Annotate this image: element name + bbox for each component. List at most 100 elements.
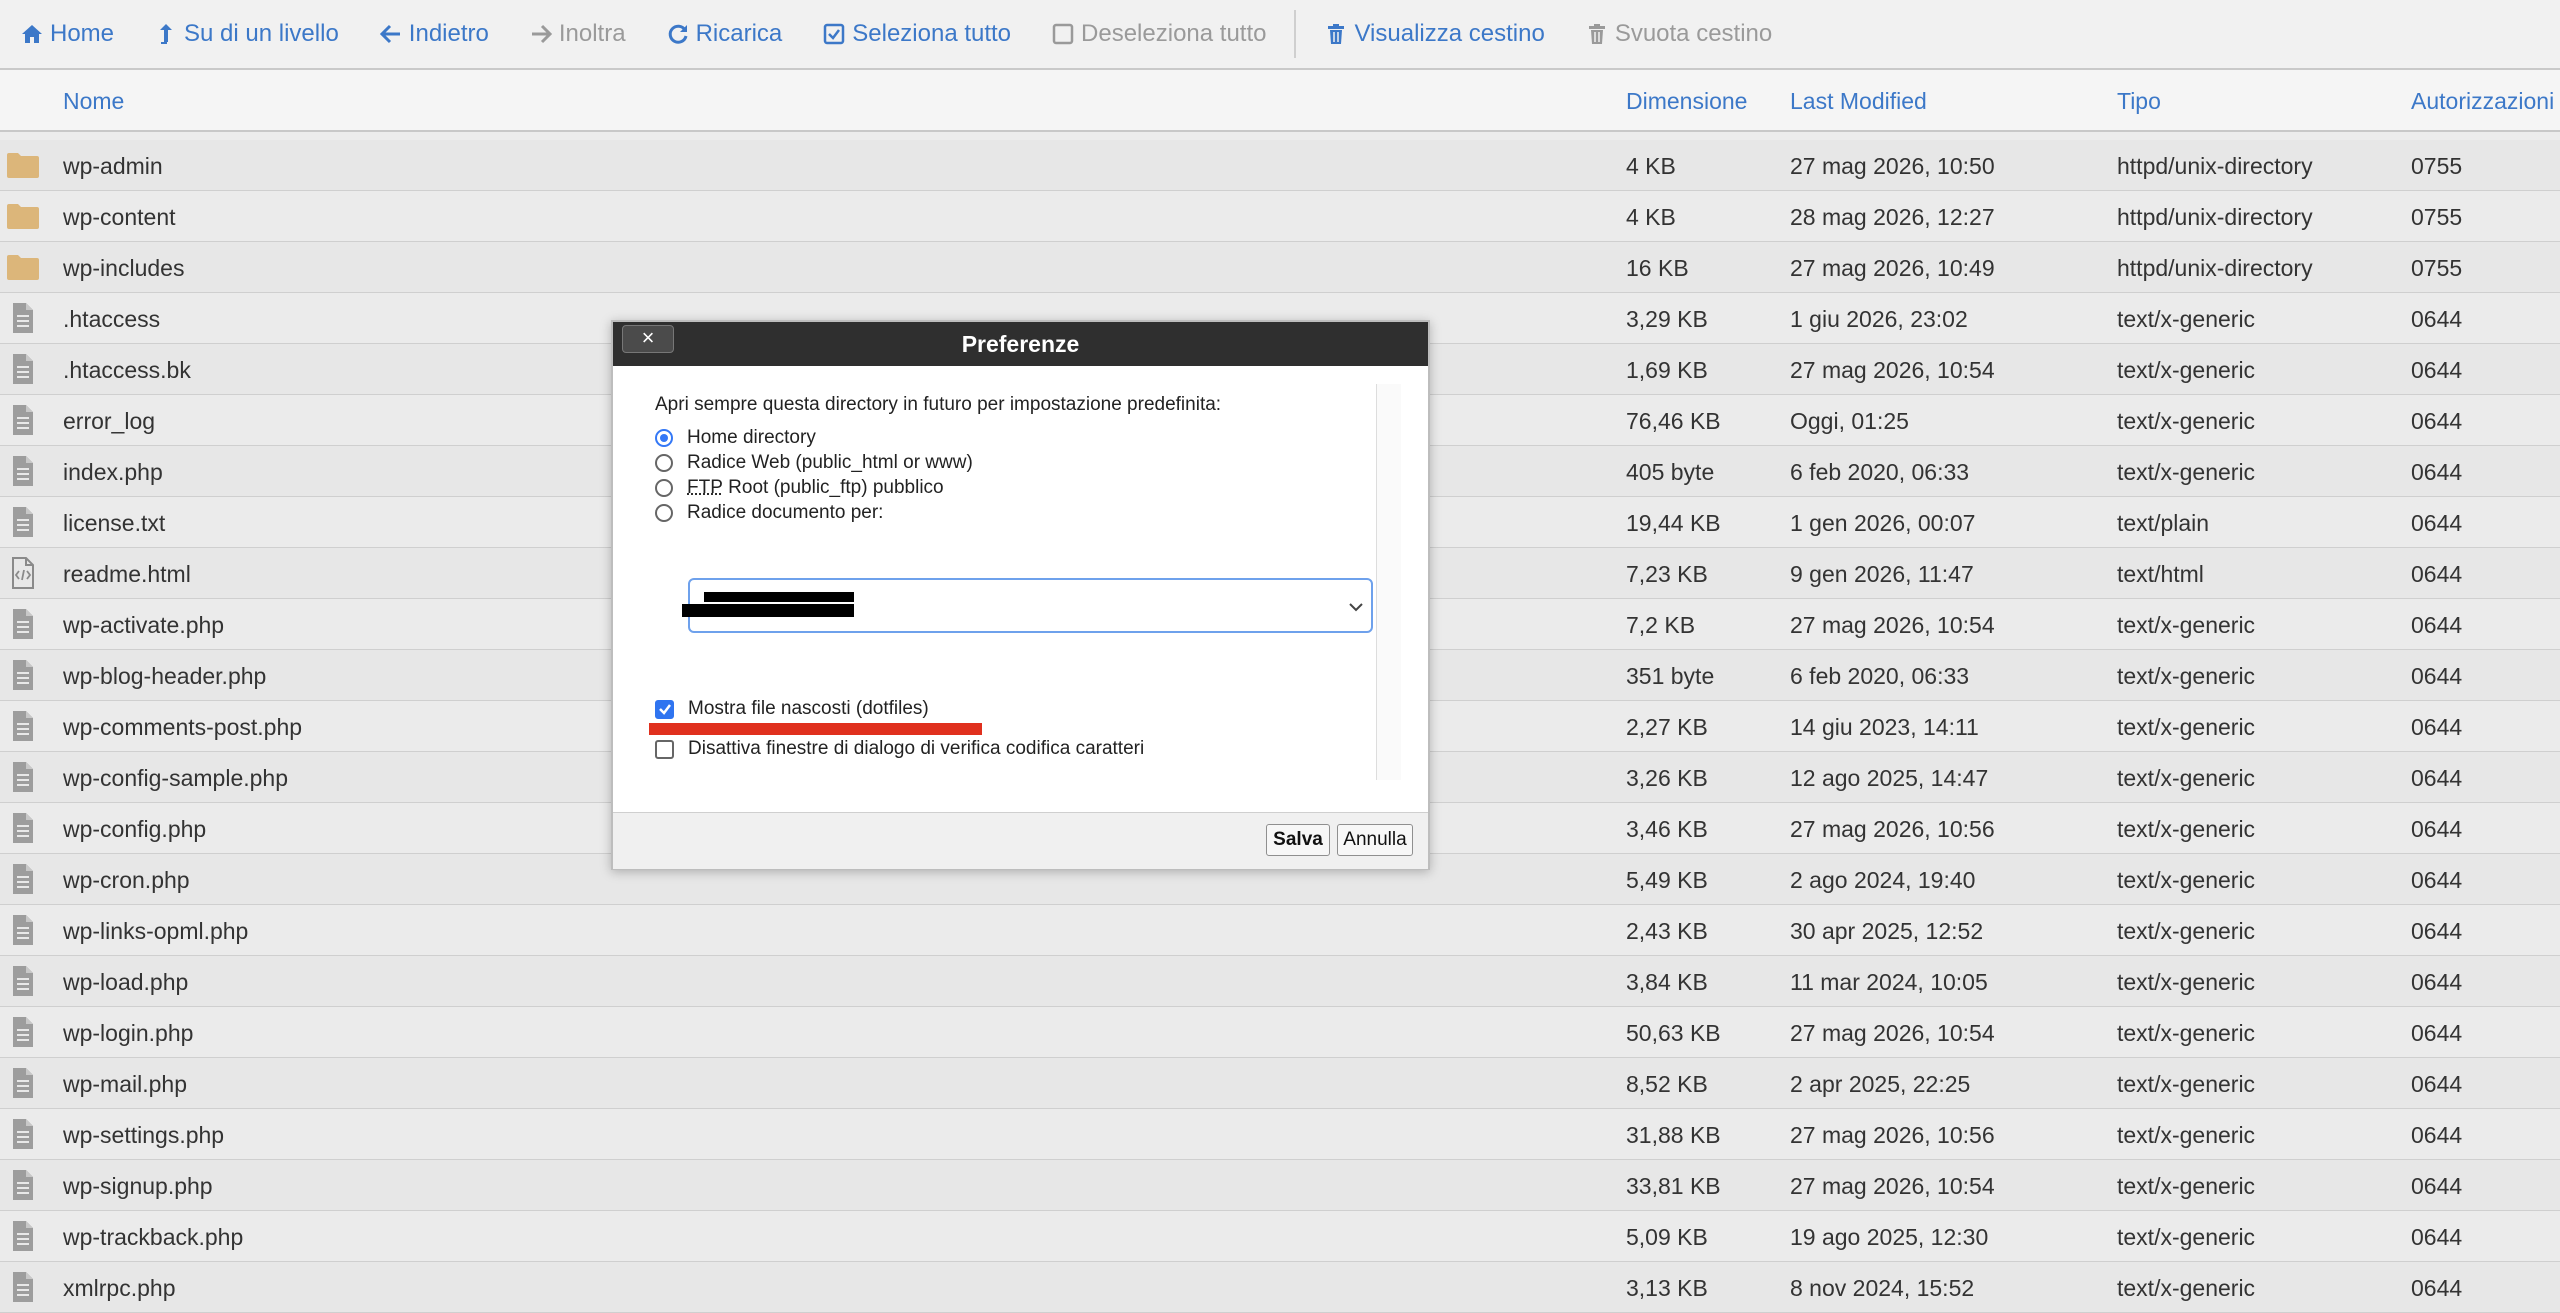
file-permissions[interactable]: 0644 (2411, 1020, 2462, 1047)
radio-ftp-option[interactable]: FTP Root (public_ftp) pubblico (655, 477, 944, 499)
dialog-scrollbar[interactable] (1376, 384, 1401, 780)
table-row[interactable]: wp-includes 16 KB 27 mag 2026, 10:49 httpd/… (0, 242, 2560, 293)
dotfiles-checkbox[interactable] (655, 699, 674, 719)
radio-web-option[interactable]: Radice Web (public_html or www) (655, 452, 973, 474)
up-level-button[interactable]: Su di un livello (134, 0, 359, 68)
file-permissions[interactable]: 0644 (2411, 510, 2462, 537)
table-row[interactable]: wp-content 4 KB 28 mag 2026, 12:27 httpd/un… (0, 191, 2560, 242)
arrow-right-icon (531, 24, 552, 44)
file-permissions[interactable]: 0644 (2411, 969, 2462, 996)
file-name[interactable]: license.txt (63, 510, 165, 537)
file-name[interactable]: wp-settings.php (63, 1122, 224, 1149)
file-permissions[interactable]: 0644 (2411, 816, 2462, 843)
file-permissions[interactable]: 0644 (2411, 867, 2462, 894)
col-name-header[interactable]: Nome (63, 88, 124, 115)
table-row[interactable]: wp-mail.php 8,52 KB 2 apr 2025, 22:25 text/… (0, 1058, 2560, 1109)
file-name[interactable]: wp-load.php (63, 969, 188, 996)
col-type-header[interactable]: Tipo (2117, 88, 2161, 115)
file-name[interactable]: wp-trackback.php (63, 1224, 243, 1251)
col-size-header[interactable]: Dimensione (1626, 88, 1747, 115)
file-name[interactable]: readme.html (63, 561, 191, 588)
table-row[interactable]: wp-trackback.php 5,09 KB 19 ago 2025, 12:3… (0, 1211, 2560, 1262)
file-name[interactable]: wp-cron.php (63, 867, 190, 894)
file-permissions[interactable]: 0644 (2411, 1275, 2462, 1302)
deselect-all-button[interactable]: Deseleziona tutto (1031, 0, 1286, 68)
file-permissions[interactable]: 0644 (2411, 408, 2462, 435)
view-trash-button[interactable]: Visualizza cestino (1304, 0, 1564, 68)
red-highlight-underline (649, 723, 982, 735)
file-modified: 27 mag 2026, 10:56 (1790, 1122, 1995, 1148)
file-permissions[interactable]: 0644 (2411, 459, 2462, 486)
file-modified: 27 mag 2026, 10:56 (1790, 816, 1995, 842)
file-icon (6, 1219, 40, 1253)
file-name[interactable]: wp-mail.php (63, 1071, 187, 1098)
file-permissions[interactable]: 0755 (2411, 153, 2462, 180)
file-name[interactable]: .htaccess (63, 306, 160, 333)
file-permissions[interactable]: 0644 (2411, 612, 2462, 639)
radio-home-option[interactable]: Home directory (655, 427, 816, 449)
table-row[interactable]: xmlrpc.php 3,13 KB 8 nov 2024, 15:52 text/x… (0, 1262, 2560, 1313)
file-size: 50,63 KB (1626, 1020, 1721, 1046)
table-row[interactable]: wp-admin 4 KB 27 mag 2026, 10:50 httpd/unix… (0, 140, 2560, 191)
encoding-option[interactable]: Disattiva finestre di dialogo di verific… (655, 738, 1144, 760)
file-permissions[interactable]: 0644 (2411, 357, 2462, 384)
file-name[interactable]: wp-config.php (63, 816, 206, 843)
file-name[interactable]: wp-activate.php (63, 612, 224, 639)
col-modified-header[interactable]: Last Modified (1790, 88, 1927, 115)
file-name[interactable]: .htaccess.bk (63, 357, 191, 384)
file-permissions[interactable]: 0644 (2411, 663, 2462, 690)
file-permissions[interactable]: 0644 (2411, 714, 2462, 741)
table-row[interactable]: wp-login.php 50,63 KB 27 mag 2026, 10:54 te… (0, 1007, 2560, 1058)
save-button[interactable]: Salva (1266, 824, 1330, 856)
file-name[interactable]: wp-login.php (63, 1020, 193, 1047)
file-permissions[interactable]: 0644 (2411, 918, 2462, 945)
file-name[interactable]: wp-content (63, 204, 176, 231)
table-row[interactable]: wp-load.php 3,84 KB 11 mar 2024, 10:05 text… (0, 956, 2560, 1007)
file-name[interactable]: wp-includes (63, 255, 184, 282)
table-row[interactable]: wp-settings.php 31,88 KB 27 mag 2026, 10:5… (0, 1109, 2560, 1160)
file-name[interactable]: index.php (63, 459, 163, 486)
file-modified: 1 giu 2026, 23:02 (1790, 306, 1968, 332)
file-modified: 28 mag 2026, 12:27 (1790, 204, 1995, 230)
dotfiles-option[interactable]: Mostra file nascosti (dotfiles) (655, 698, 929, 720)
radio-web[interactable] (655, 454, 673, 472)
select-all-button[interactable]: Seleziona tutto (802, 0, 1031, 68)
file-icon (6, 760, 40, 794)
reload-button[interactable]: Ricarica (646, 0, 803, 68)
dialog-footer: Salva Annulla (613, 812, 1428, 869)
radio-docroot[interactable] (655, 504, 673, 522)
home-button[interactable]: Home (0, 0, 134, 68)
cancel-button[interactable]: Annulla (1337, 824, 1413, 856)
file-permissions[interactable]: 0644 (2411, 1224, 2462, 1251)
file-name[interactable]: wp-signup.php (63, 1173, 213, 1200)
file-permissions[interactable]: 0644 (2411, 765, 2462, 792)
empty-trash-button[interactable]: Svuota cestino (1565, 0, 1792, 68)
domain-select[interactable] (682, 578, 1373, 633)
file-permissions[interactable]: 0755 (2411, 255, 2462, 282)
table-row[interactable]: wp-links-opml.php 2,43 KB 30 apr 2025, 12:… (0, 905, 2560, 956)
file-name[interactable]: wp-links-opml.php (63, 918, 248, 945)
file-name[interactable]: error_log (63, 408, 155, 435)
file-permissions[interactable]: 0644 (2411, 1122, 2462, 1149)
radio-ftp[interactable] (655, 479, 673, 497)
file-permissions[interactable]: 0644 (2411, 1071, 2462, 1098)
file-name[interactable]: wp-comments-post.php (63, 714, 302, 741)
encoding-checkbox[interactable] (655, 739, 674, 759)
back-button[interactable]: Indietro (359, 0, 509, 68)
radio-web-label: Radice Web (public_html or www) (687, 452, 973, 473)
file-size: 3,84 KB (1626, 969, 1708, 995)
file-name[interactable]: wp-admin (63, 153, 163, 180)
file-permissions[interactable]: 0644 (2411, 1173, 2462, 1200)
file-icon (6, 658, 40, 692)
table-row[interactable]: wp-signup.php 33,81 KB 27 mag 2026, 10:54 t… (0, 1160, 2560, 1211)
file-permissions[interactable]: 0644 (2411, 561, 2462, 588)
forward-button[interactable]: Inoltra (509, 0, 646, 68)
radio-docroot-option[interactable]: Radice documento per: (655, 502, 883, 524)
file-name[interactable]: xmlrpc.php (63, 1275, 175, 1302)
file-permissions[interactable]: 0644 (2411, 306, 2462, 333)
file-name[interactable]: wp-config-sample.php (63, 765, 288, 792)
file-permissions[interactable]: 0755 (2411, 204, 2462, 231)
radio-home[interactable] (655, 429, 673, 447)
col-perms-header[interactable]: Autorizzazioni (2411, 88, 2554, 115)
file-name[interactable]: wp-blog-header.php (63, 663, 266, 690)
